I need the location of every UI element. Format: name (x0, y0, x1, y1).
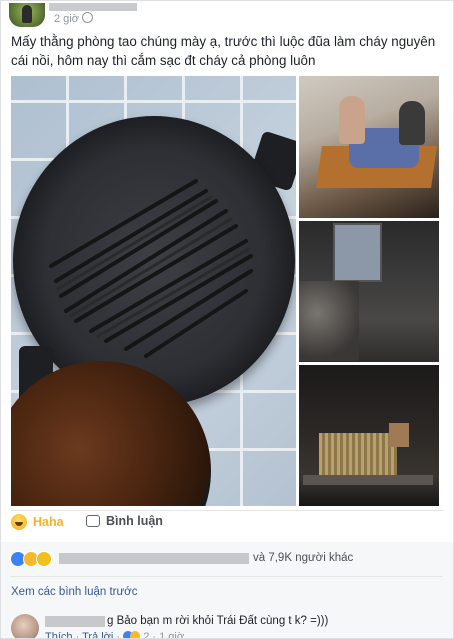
photo-room-3[interactable] (299, 365, 439, 506)
haha-button[interactable]: Haha (11, 514, 64, 530)
divider (11, 576, 443, 577)
comment-bubble: g Bảo bạn m rời khỏi Trái Đất cùng t k? … (45, 613, 375, 631)
view-previous-comments-link[interactable]: Xem các bình luận trước (11, 586, 137, 598)
comment-text: g Bảo bạn m rời khỏi Trái Đất cùng t k? … (107, 615, 329, 627)
comment-meta: Thích · Trả lời · 2 · 1 giờ (45, 631, 184, 638)
author-avatar[interactable] (9, 3, 45, 27)
comment-reply-link[interactable]: Trả lời (82, 631, 113, 638)
commenter-avatar[interactable] (11, 614, 39, 638)
reactors-redacted (59, 553, 249, 564)
burnt-chopsticks (49, 179, 253, 358)
reaction-count[interactable]: và 7,9K người khác (253, 552, 353, 564)
haha-icon (11, 514, 27, 530)
post-text: Mấy thằng phòng tao chúng mày ạ, trước t… (11, 34, 436, 68)
comment-icon (86, 515, 100, 527)
comment-time[interactable]: 1 giờ (159, 631, 184, 638)
haha-icon (130, 631, 141, 638)
comment-like-link[interactable]: Thích (45, 631, 73, 638)
post-time[interactable]: 2 giờ (54, 12, 93, 25)
commenter-name-redacted (45, 616, 105, 627)
post-card: 2 giờ Mấy thằng phòng tao chúng mày ạ, t… (0, 0, 454, 639)
globe-icon (81, 12, 93, 23)
author-name-redacted (49, 3, 137, 11)
comment-button[interactable]: Bình luận (86, 514, 163, 528)
divider (11, 510, 443, 511)
photo-room-1[interactable] (299, 76, 439, 218)
photo-burnt-pot[interactable] (11, 76, 296, 506)
photo-room-2[interactable] (299, 221, 439, 362)
reaction-icons[interactable] (10, 551, 52, 567)
wow-icon (36, 551, 52, 567)
comment-reaction-count[interactable]: 2 (143, 631, 149, 638)
